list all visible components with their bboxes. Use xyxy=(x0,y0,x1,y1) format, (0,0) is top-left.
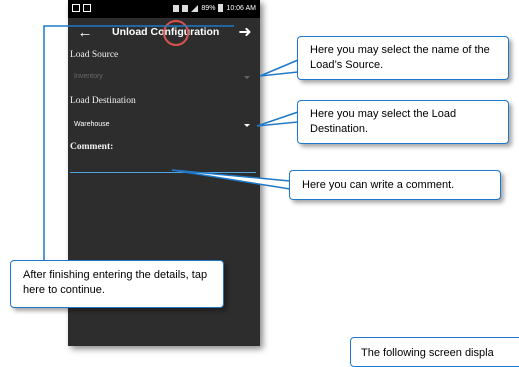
next-arrow-icon[interactable]: ➜ xyxy=(234,22,256,44)
callout-destination-text: Here you may select the Load Destination… xyxy=(310,108,457,135)
back-arrow-icon[interactable]: ← xyxy=(76,24,94,42)
next-button-highlight xyxy=(163,20,189,46)
callout-continue: After finishing entering the details, ta… xyxy=(10,260,224,308)
callout-comment: Here you can write a comment. xyxy=(289,170,501,200)
comment-label: Comment: xyxy=(70,142,114,152)
signal-icon xyxy=(191,4,199,12)
battery-icon xyxy=(218,4,224,12)
callout-comment-text: Here you can write a comment. xyxy=(302,179,455,191)
load-destination-label: Load Destination xyxy=(70,96,136,106)
load-source-value: Inventory xyxy=(74,73,103,80)
image-icon xyxy=(83,4,91,12)
callout-next-screen: The following screen displa xyxy=(350,337,519,367)
status-bar: 89% 10:06 AM xyxy=(68,0,260,18)
load-destination-select[interactable]: Warehouse xyxy=(70,118,256,132)
chevron-down-icon xyxy=(244,76,250,79)
callout-destination: Here you may select the Load Destination… xyxy=(297,100,509,144)
notification-icons xyxy=(72,4,94,14)
load-source-select[interactable]: Inventory xyxy=(70,70,256,84)
comment-underline xyxy=(70,172,256,173)
battery-level: 89% xyxy=(201,4,216,12)
load-destination-value: Warehouse xyxy=(74,121,110,128)
callout-next-screen-text: The following screen displa xyxy=(361,347,494,359)
callout-source-text: Here you may select the name of the Load… xyxy=(310,44,490,71)
load-source-label: Load Source xyxy=(70,50,119,60)
callout-source: Here you may select the name of the Load… xyxy=(297,36,509,80)
mute-icon xyxy=(182,4,189,12)
bluetooth-icon xyxy=(173,4,180,12)
chevron-down-icon xyxy=(244,124,250,127)
status-right: 89% 10:06 AM xyxy=(173,4,256,12)
clock: 10:06 AM xyxy=(226,4,256,12)
callout-continue-text: After finishing entering the details, ta… xyxy=(23,269,208,296)
comment-input[interactable] xyxy=(70,158,256,172)
notification-icon xyxy=(72,4,80,12)
